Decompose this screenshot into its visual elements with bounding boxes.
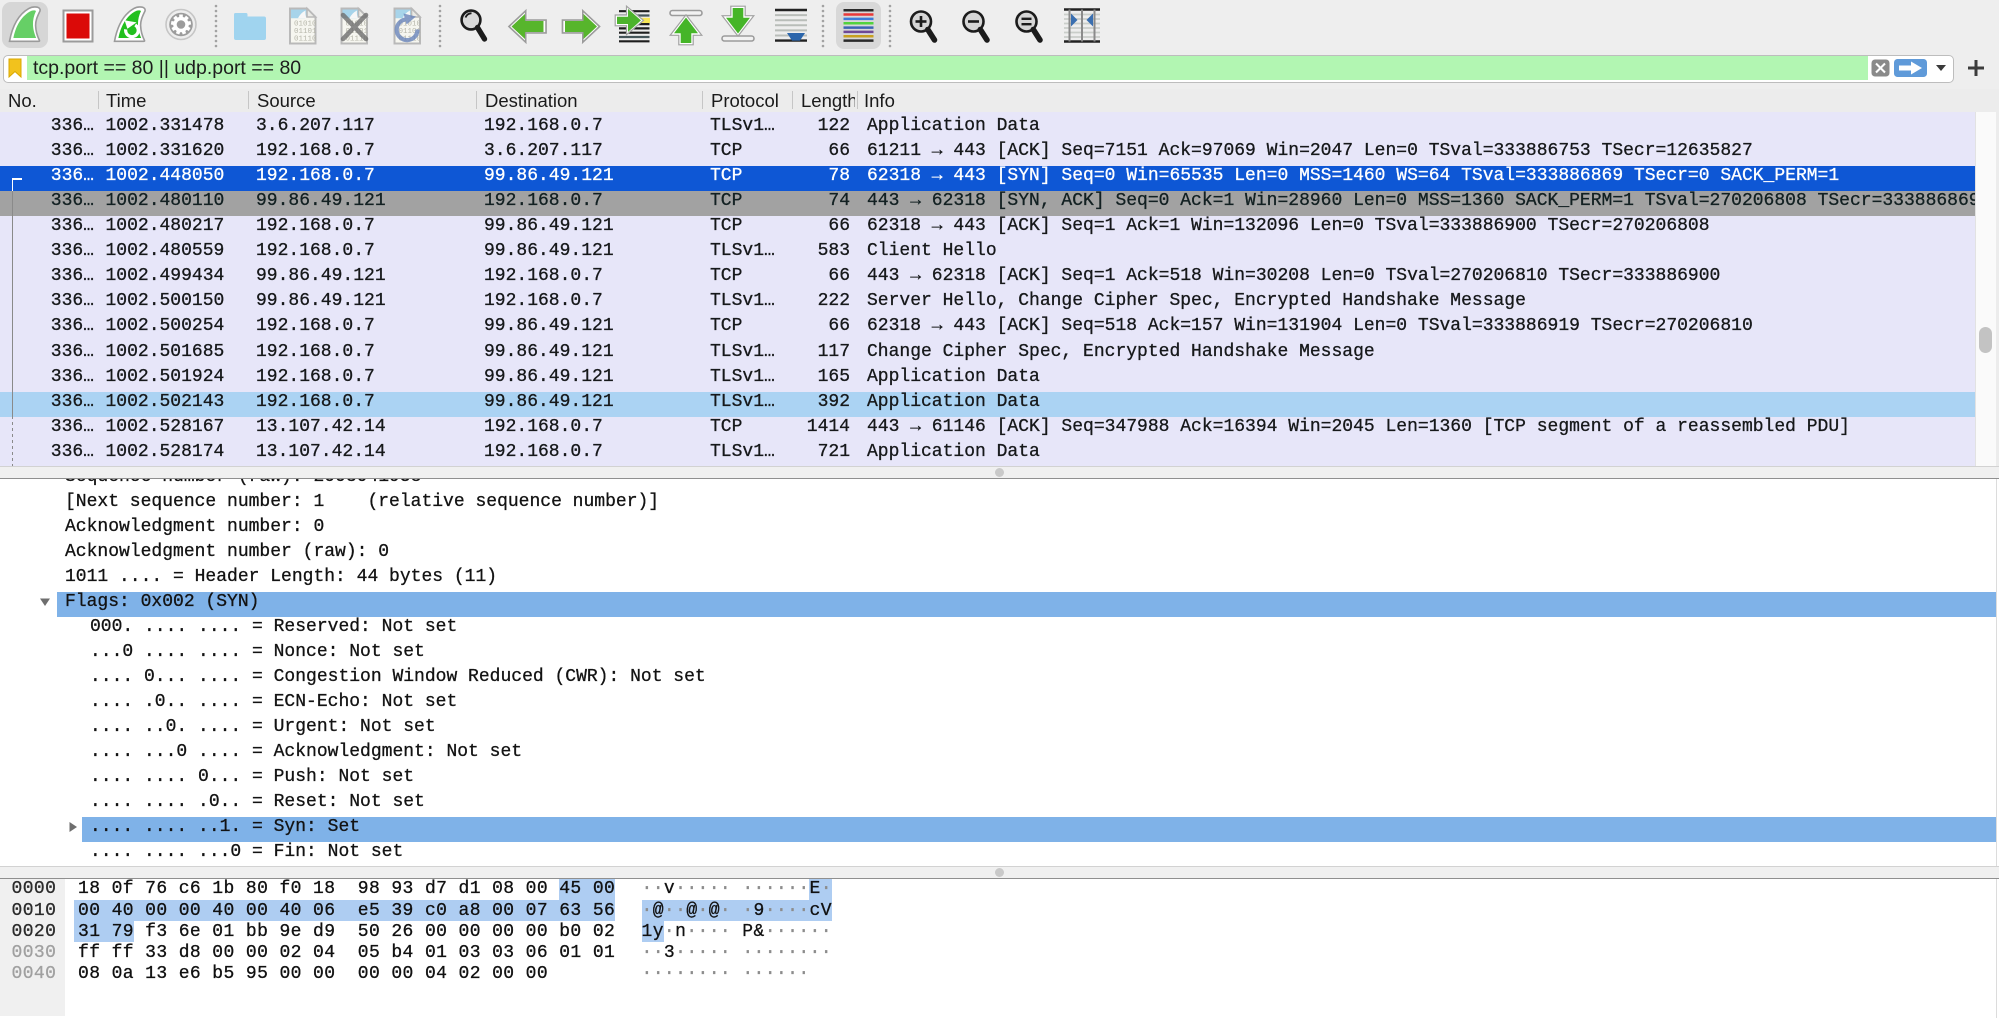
svg-text:01110: 01110 <box>294 36 317 44</box>
